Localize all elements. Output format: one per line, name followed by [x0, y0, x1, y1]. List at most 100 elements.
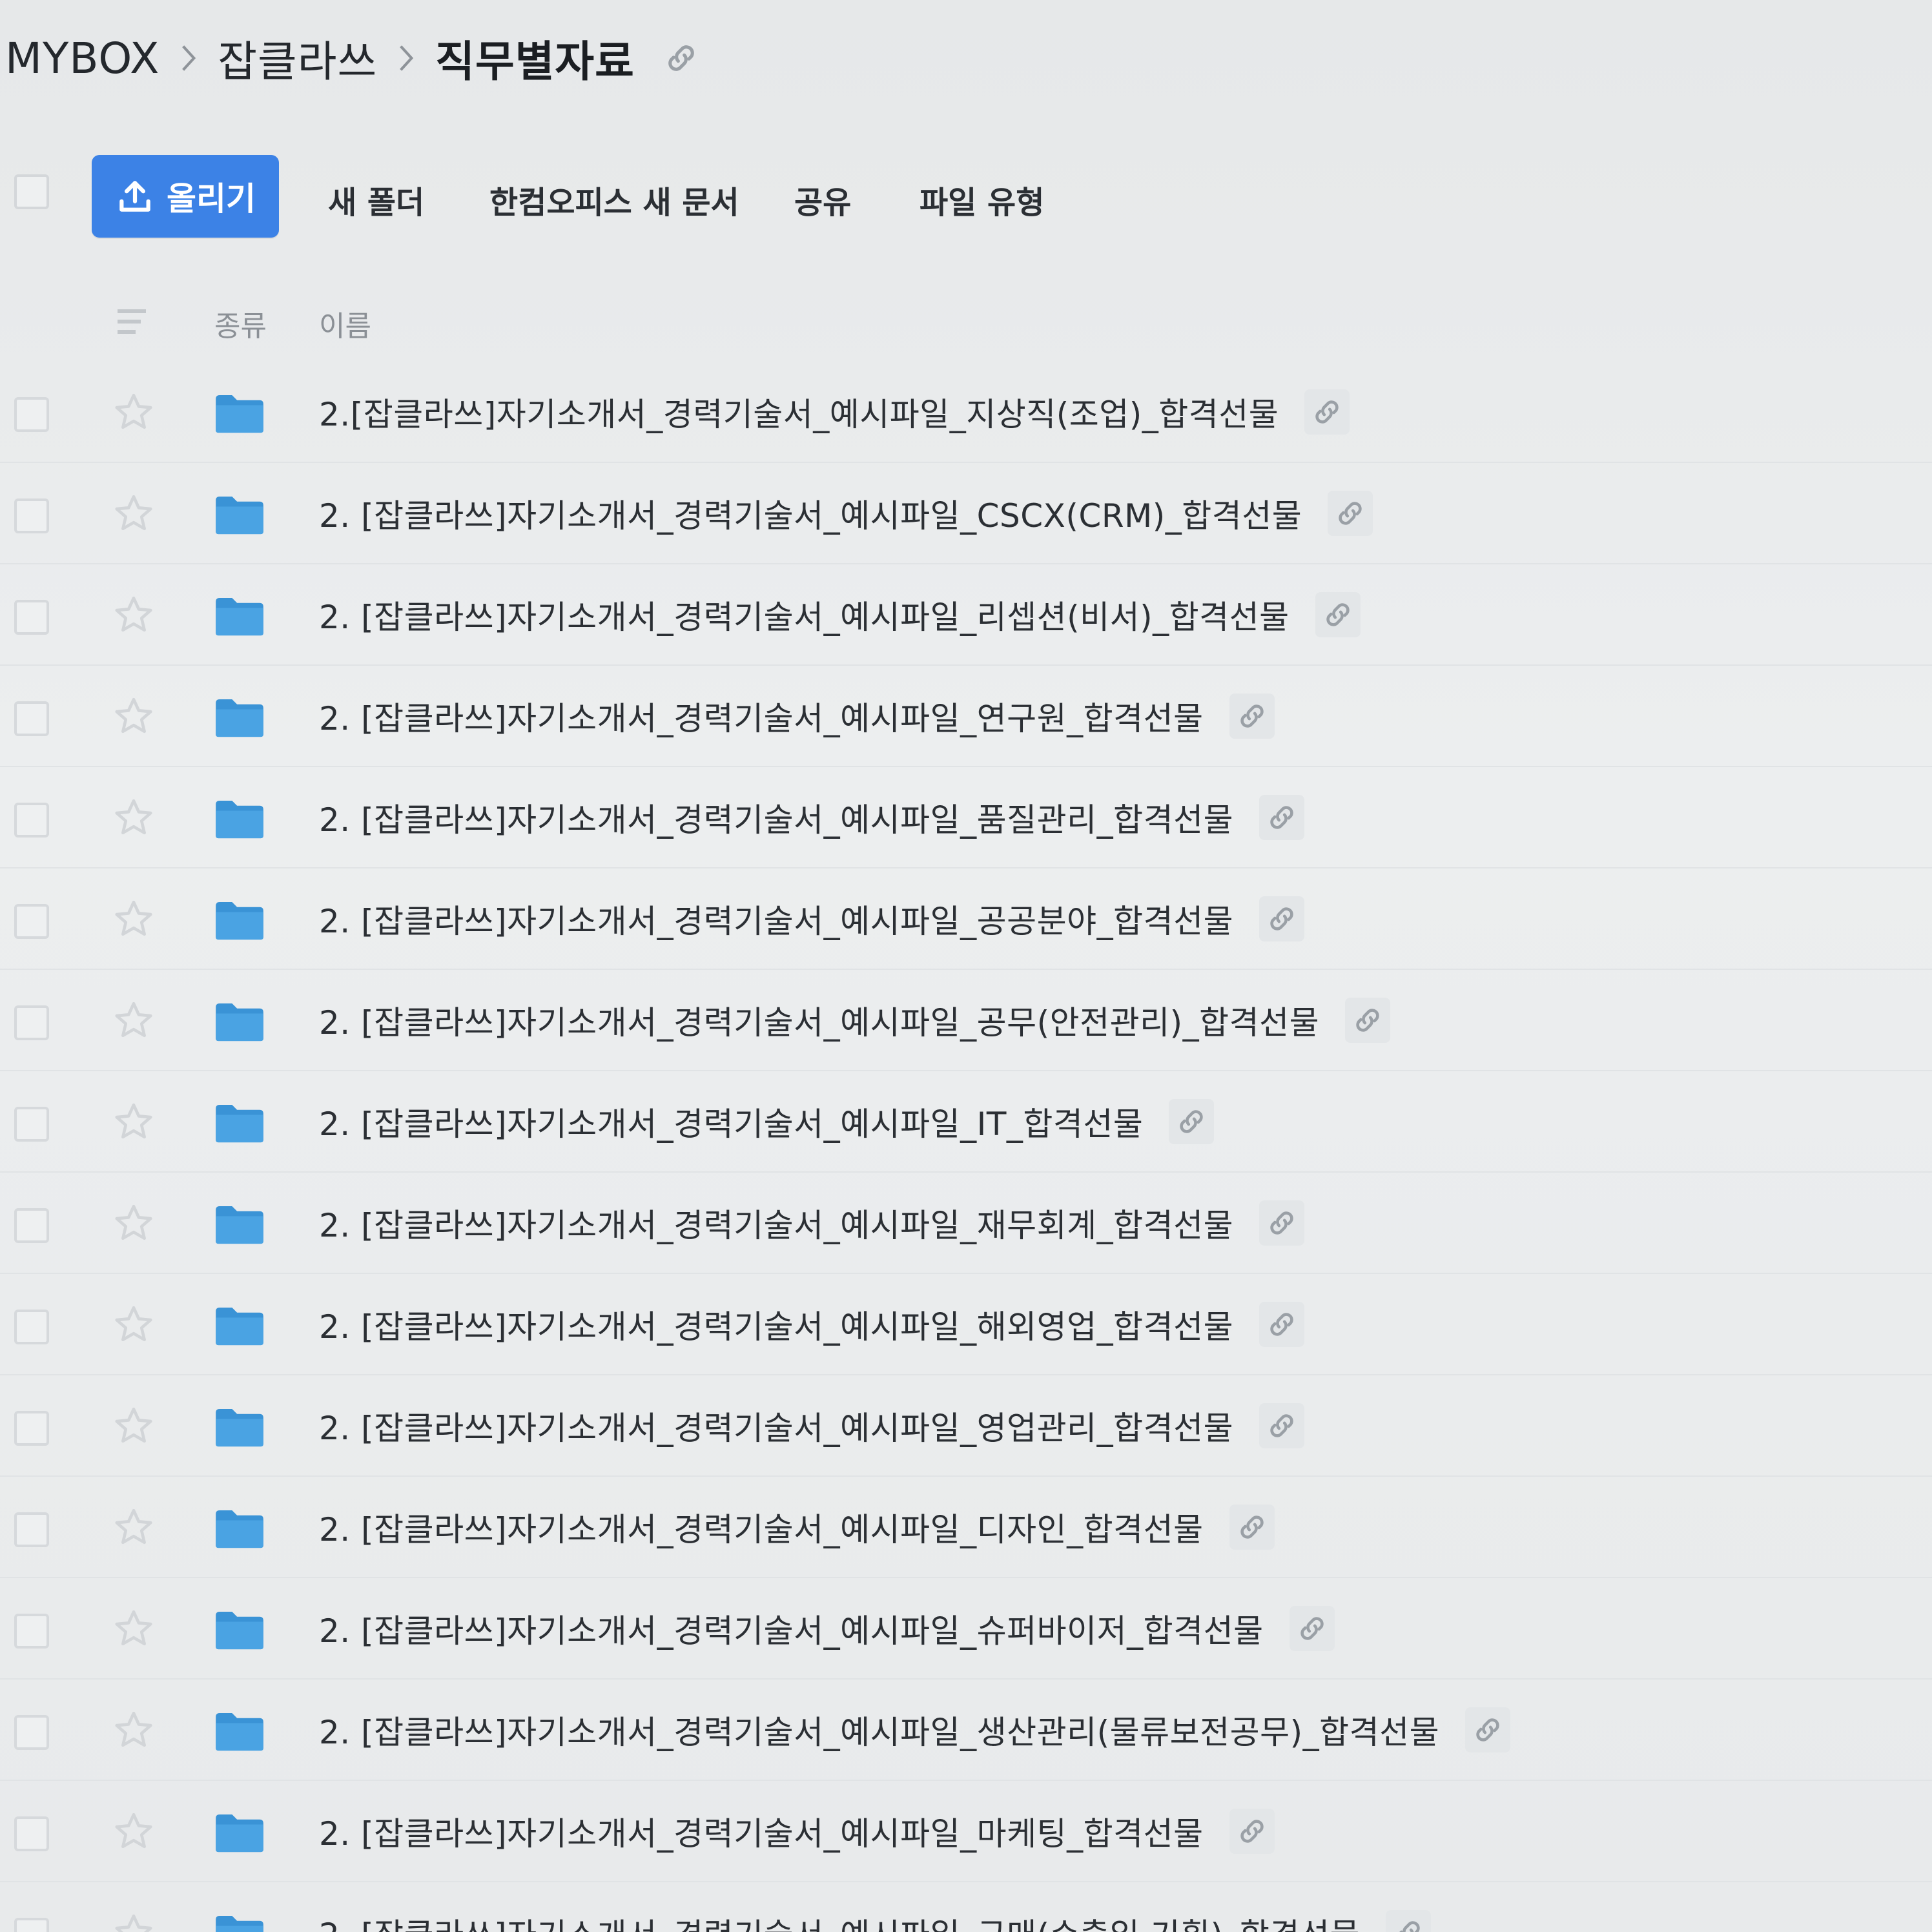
file-name-cell: 2. [잡클라쓰]자기소개서_경력기술서_예시파일_생산관리(물류보전공무)_합… — [319, 1707, 1511, 1753]
table-row[interactable]: 2. [잡클라쓰]자기소개서_경력기술서_예시파일_구매(수출입,기획)_합격선… — [0, 1882, 1932, 1932]
column-type[interactable]: 종류 — [214, 303, 267, 344]
row-checkbox[interactable] — [14, 600, 49, 635]
star-icon[interactable] — [111, 1708, 156, 1753]
link-icon[interactable] — [1229, 694, 1275, 739]
file-name-cell: 2. [잡클라쓰]자기소개서_경력기술서_예시파일_디자인_합격선물 — [319, 1504, 1275, 1550]
star-icon[interactable] — [111, 1809, 156, 1855]
file-name[interactable]: 2. [잡클라쓰]자기소개서_경력기술서_예시파일_연구원_합격선물 — [319, 693, 1204, 739]
star-icon[interactable] — [111, 1302, 156, 1348]
folder-icon — [214, 1610, 265, 1650]
file-name[interactable]: 2. [잡클라쓰]자기소개서_경력기술서_예시파일_품질관리_합격선물 — [319, 794, 1233, 841]
star-icon[interactable] — [111, 1607, 156, 1652]
table-row[interactable]: 2. [잡클라쓰]자기소개서_경력기술서_예시파일_공공분야_합격선물 — [0, 868, 1932, 970]
table-row[interactable]: 2. [잡클라쓰]자기소개서_경력기술서_예시파일_재무회계_합격선물 — [0, 1173, 1932, 1274]
table-row[interactable]: 2. [잡클라쓰]자기소개서_경력기술서_예시파일_슈퍼바이저_합격선물 — [0, 1578, 1932, 1680]
row-checkbox[interactable] — [14, 904, 49, 939]
link-icon[interactable] — [1259, 795, 1305, 840]
link-icon[interactable] — [1259, 896, 1305, 941]
star-icon[interactable] — [111, 390, 156, 435]
star-icon[interactable] — [111, 998, 156, 1043]
row-checkbox[interactable] — [14, 1005, 49, 1040]
file-name[interactable]: 2. [잡클라쓰]자기소개서_경력기술서_예시파일_영업관리_합격선물 — [319, 1403, 1233, 1449]
breadcrumb-root[interactable]: MYBOX — [5, 34, 159, 83]
file-name[interactable]: 2. [잡클라쓰]자기소개서_경력기술서_예시파일_디자인_합격선물 — [319, 1504, 1204, 1550]
link-icon[interactable] — [1386, 1910, 1432, 1932]
file-name[interactable]: 2. [잡클라쓰]자기소개서_경력기술서_예시파일_마케팅_합격선물 — [319, 1808, 1204, 1855]
star-icon[interactable] — [111, 1404, 156, 1449]
file-name[interactable]: 2. [잡클라쓰]자기소개서_경력기술서_예시파일_재무회계_합격선물 — [319, 1200, 1233, 1246]
table-row[interactable]: 2. [잡클라쓰]자기소개서_경력기술서_예시파일_CSCX(CRM)_합격선물 — [0, 463, 1932, 564]
star-icon[interactable] — [111, 491, 156, 537]
star-icon[interactable] — [111, 1100, 156, 1145]
file-name[interactable]: 2. [잡클라쓰]자기소개서_경력기술서_예시파일_CSCX(CRM)_합격선물 — [319, 490, 1302, 537]
file-name[interactable]: 2. [잡클라쓰]자기소개서_경력기술서_예시파일_생산관리(물류보전공무)_합… — [319, 1707, 1439, 1753]
link-icon[interactable] — [1259, 1403, 1305, 1448]
hancom-new-document-button[interactable]: 한컴오피스 새 문서 — [489, 177, 739, 222]
file-name-cell: 2. [잡클라쓰]자기소개서_경력기술서_예시파일_슈퍼바이저_합격선물 — [319, 1605, 1335, 1652]
file-name[interactable]: 2. [잡클라쓰]자기소개서_경력기술서_예시파일_공무(안전관리)_합격선물 — [319, 997, 1319, 1043]
select-all-checkbox[interactable] — [14, 174, 49, 209]
table-row[interactable]: 2. [잡클라쓰]자기소개서_경력기술서_예시파일_품질관리_합격선물 — [0, 767, 1932, 868]
row-checkbox[interactable] — [14, 1310, 49, 1344]
row-checkbox[interactable] — [14, 1107, 49, 1142]
table-row[interactable]: 2. [잡클라쓰]자기소개서_경력기술서_예시파일_영업관리_합격선물 — [0, 1375, 1932, 1477]
link-icon[interactable] — [1315, 592, 1361, 637]
star-icon[interactable] — [111, 593, 156, 638]
link-icon[interactable] — [1259, 1302, 1305, 1347]
row-checkbox[interactable] — [14, 1816, 49, 1851]
table-row[interactable]: 2. [잡클라쓰]자기소개서_경력기술서_예시파일_리셉션(비서)_합격선물 — [0, 564, 1932, 666]
sort-icon[interactable] — [115, 305, 156, 338]
star-icon[interactable] — [111, 796, 156, 841]
file-name[interactable]: 2. [잡클라쓰]자기소개서_경력기술서_예시파일_리셉션(비서)_합격선물 — [319, 591, 1290, 638]
breadcrumb-parent[interactable]: 잡클라쓰 — [218, 27, 377, 89]
link-icon[interactable] — [1229, 1505, 1275, 1550]
star-icon[interactable] — [111, 1201, 156, 1246]
file-browser: MYBOX 잡클라쓰 직무별자료 올리기 새 폴더 한컴오피스 새 문서 공유 … — [0, 0, 1932, 1932]
star-icon[interactable] — [111, 897, 156, 942]
star-icon[interactable] — [111, 1505, 156, 1550]
file-name[interactable]: 2. [잡클라쓰]자기소개서_경력기술서_예시파일_구매(수출입,기획)_합격선… — [319, 1909, 1360, 1932]
file-name[interactable]: 2. [잡클라쓰]자기소개서_경력기술서_예시파일_슈퍼바이저_합격선물 — [319, 1605, 1264, 1652]
row-checkbox[interactable] — [14, 701, 49, 736]
link-icon[interactable] — [1259, 1200, 1305, 1246]
share-button[interactable]: 공유 — [794, 177, 851, 222]
table-row[interactable]: 2.[잡클라쓰]자기소개서_경력기술서_예시파일_지상직(조업)_합격선물 — [0, 362, 1932, 463]
row-checkbox[interactable] — [14, 1715, 49, 1750]
folder-icon — [214, 799, 265, 839]
file-name[interactable]: 2. [잡클라쓰]자기소개서_경력기술서_예시파일_해외영업_합격선물 — [319, 1301, 1233, 1348]
table-row[interactable]: 2. [잡클라쓰]자기소개서_경력기술서_예시파일_생산관리(물류보전공무)_합… — [0, 1680, 1932, 1781]
table-row[interactable]: 2. [잡클라쓰]자기소개서_경력기술서_예시파일_연구원_합격선물 — [0, 666, 1932, 767]
row-checkbox[interactable] — [14, 1512, 49, 1547]
table-row[interactable]: 2. [잡클라쓰]자기소개서_경력기술서_예시파일_공무(안전관리)_합격선물 — [0, 970, 1932, 1071]
link-icon[interactable] — [1304, 389, 1350, 435]
link-icon[interactable] — [1345, 998, 1391, 1043]
row-checkbox[interactable] — [14, 1411, 49, 1446]
upload-button[interactable]: 올리기 — [92, 155, 279, 238]
table-row[interactable]: 2. [잡클라쓰]자기소개서_경력기술서_예시파일_IT_합격선물 — [0, 1071, 1932, 1173]
file-type-button[interactable]: 파일 유형 — [920, 177, 1044, 222]
link-icon[interactable] — [1328, 491, 1373, 536]
row-checkbox[interactable] — [14, 1614, 49, 1649]
link-icon[interactable] — [661, 37, 702, 79]
file-name[interactable]: 2.[잡클라쓰]자기소개서_경력기술서_예시파일_지상직(조업)_합격선물 — [319, 389, 1279, 435]
table-row[interactable]: 2. [잡클라쓰]자기소개서_경력기술서_예시파일_해외영업_합격선물 — [0, 1274, 1932, 1375]
link-icon[interactable] — [1169, 1099, 1215, 1144]
file-name-cell: 2. [잡클라쓰]자기소개서_경력기술서_예시파일_영업관리_합격선물 — [319, 1403, 1305, 1449]
column-name[interactable]: 이름 — [319, 303, 371, 344]
link-icon[interactable] — [1229, 1809, 1275, 1854]
row-checkbox[interactable] — [14, 1208, 49, 1243]
table-row[interactable]: 2. [잡클라쓰]자기소개서_경력기술서_예시파일_디자인_합격선물 — [0, 1477, 1932, 1578]
link-icon[interactable] — [1465, 1707, 1511, 1752]
link-icon[interactable] — [1289, 1606, 1335, 1651]
row-checkbox[interactable] — [14, 498, 49, 533]
table-row[interactable]: 2. [잡클라쓰]자기소개서_경력기술서_예시파일_마케팅_합격선물 — [0, 1781, 1932, 1882]
folder-icon — [214, 1915, 265, 1932]
new-folder-button[interactable]: 새 폴더 — [328, 177, 424, 222]
row-checkbox[interactable] — [14, 803, 49, 838]
star-icon[interactable] — [111, 694, 156, 739]
row-checkbox[interactable] — [14, 1918, 49, 1932]
row-checkbox[interactable] — [14, 397, 49, 432]
file-name[interactable]: 2. [잡클라쓰]자기소개서_경력기술서_예시파일_IT_합격선물 — [319, 1098, 1143, 1145]
file-name[interactable]: 2. [잡클라쓰]자기소개서_경력기술서_예시파일_공공분야_합격선물 — [319, 896, 1233, 942]
star-icon[interactable] — [111, 1911, 156, 1932]
